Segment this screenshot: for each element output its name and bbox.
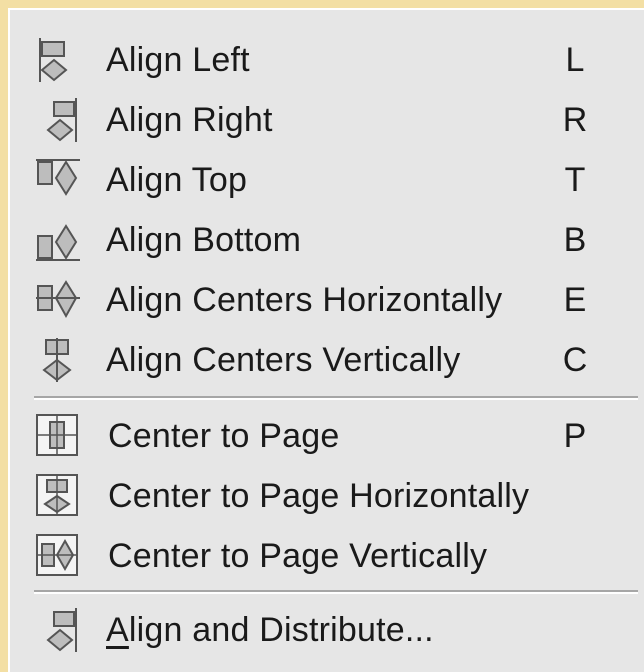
menu-item-align-bottom[interactable]: Align Bottom B bbox=[10, 212, 644, 268]
menu-item-align-right[interactable]: Align Right R bbox=[10, 92, 644, 148]
menu-item-label: Align Centers Vertically bbox=[106, 341, 461, 379]
menu-item-align-centers-horizontally[interactable]: Align Centers Horizontally E bbox=[10, 272, 644, 328]
center-to-page-vertically-icon bbox=[34, 532, 82, 580]
align-right-icon bbox=[34, 96, 82, 144]
menu-item-shortcut: C bbox=[562, 341, 588, 379]
menu-item-label: Align Centers Horizontally bbox=[106, 281, 503, 319]
menu-item-shortcut: R bbox=[562, 101, 588, 139]
menu-item-center-to-page-horizontally[interactable]: Center to Page Horizontally bbox=[10, 468, 644, 524]
menu-item-align-top[interactable]: Align Top T bbox=[10, 152, 644, 208]
align-context-menu: Align Left L Align Right R Align Top T A… bbox=[8, 8, 644, 672]
menu-item-center-to-page-vertically[interactable]: Center to Page Vertically bbox=[10, 528, 644, 584]
menu-item-center-to-page[interactable]: Center to Page P bbox=[10, 408, 644, 464]
menu-item-label-rest: lign and Distribute... bbox=[128, 611, 434, 649]
menu-item-shortcut: B bbox=[563, 221, 587, 259]
menu-separator bbox=[34, 396, 638, 400]
menu-item-label: Center to Page Vertically bbox=[108, 537, 488, 575]
menu-item-align-centers-vertically[interactable]: Align Centers Vertically C bbox=[10, 332, 644, 388]
menu-item-shortcut: E bbox=[563, 281, 587, 319]
align-centers-horizontally-icon bbox=[34, 276, 82, 324]
menu-item-align-and-distribute[interactable]: Align and Distribute... bbox=[10, 602, 644, 658]
menu-separator bbox=[34, 590, 638, 594]
menu-item-align-left[interactable]: Align Left L bbox=[10, 32, 644, 88]
menu-item-label: Align and Distribute... bbox=[106, 602, 434, 658]
menu-item-shortcut: P bbox=[563, 417, 587, 455]
center-to-page-icon bbox=[34, 412, 82, 460]
menu-item-label: Center to Page bbox=[108, 417, 340, 455]
align-left-icon bbox=[34, 36, 82, 84]
menu-item-shortcut: L bbox=[565, 41, 585, 79]
menu-item-label: Align Top bbox=[106, 161, 248, 199]
menu-item-label: Align Right bbox=[106, 101, 273, 139]
menu-item-shortcut: T bbox=[564, 161, 586, 199]
menu-item-label: Align Left bbox=[106, 41, 250, 79]
align-top-icon bbox=[34, 156, 82, 204]
menu-item-label: Center to Page Horizontally bbox=[108, 477, 530, 515]
center-to-page-horizontally-icon bbox=[34, 472, 82, 520]
align-bottom-icon bbox=[34, 216, 82, 264]
align-centers-vertically-icon bbox=[34, 336, 82, 384]
align-and-distribute-icon bbox=[34, 606, 82, 654]
menu-item-label: Align Bottom bbox=[106, 221, 302, 259]
mnemonic-underline: A bbox=[106, 611, 129, 649]
